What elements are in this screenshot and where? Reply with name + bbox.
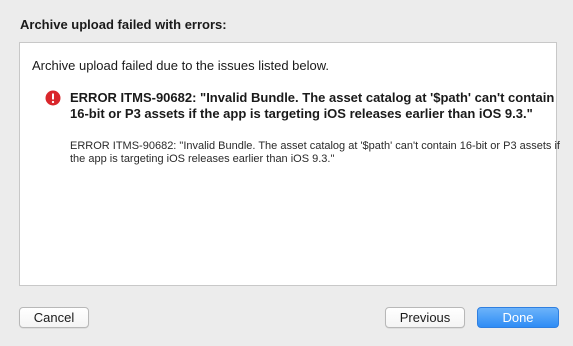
summary-text: Archive upload failed due to the issues … [32, 58, 330, 73]
error-icon [45, 90, 61, 106]
issue-title: ERROR ITMS-90682: "Invalid Bundle. The a… [70, 90, 555, 121]
dialog-title: Archive upload failed with errors: [20, 17, 227, 32]
issue-detail: ERROR ITMS-90682: "Invalid Bundle. The a… [70, 140, 560, 165]
done-button[interactable]: Done [477, 307, 559, 328]
archive-upload-dialog: Archive upload failed with errors: Archi… [0, 0, 573, 346]
issues-panel: Archive upload failed due to the issues … [19, 42, 560, 286]
cancel-button[interactable]: Cancel [19, 307, 89, 328]
previous-button[interactable]: Previous [385, 307, 465, 328]
